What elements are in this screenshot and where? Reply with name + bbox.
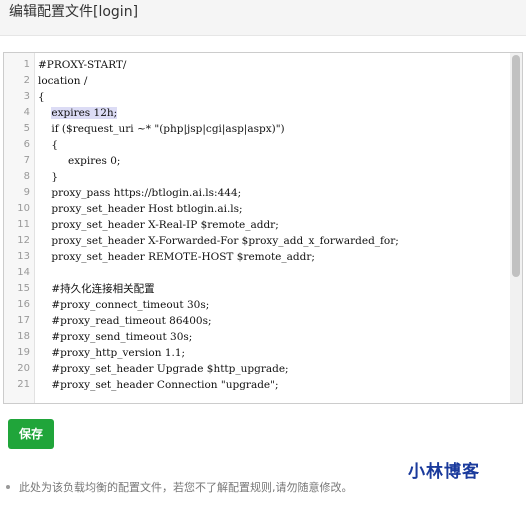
line-text: #proxy_set_header Connection "upgrade"; bbox=[38, 379, 279, 391]
code-line[interactable]: 21 #proxy_set_header Connection "upgrade… bbox=[4, 377, 522, 393]
code-line[interactable]: 8 } bbox=[4, 169, 522, 185]
line-number: 17 bbox=[17, 315, 30, 326]
line-text: proxy_set_header X-Real-IP $remote_addr; bbox=[38, 219, 279, 231]
line-number: 21 bbox=[17, 379, 30, 390]
code-line[interactable]: 12 proxy_set_header X-Forwarded-For $pro… bbox=[4, 233, 522, 249]
code-lines[interactable]: 1 #PROXY-START/2 location /3{4 expires 12h… bbox=[4, 57, 522, 393]
line-text: expires 12h; bbox=[51, 107, 118, 119]
line-text: #PROXY-START/ bbox=[38, 59, 127, 71]
line-number: 10 bbox=[17, 203, 30, 214]
line-text: #proxy_http_version 1.1; bbox=[38, 347, 186, 359]
line-number: 1 bbox=[23, 59, 30, 70]
watermark-logo: 小林博客 bbox=[408, 462, 480, 482]
bullet-icon bbox=[6, 485, 10, 489]
line-number: 14 bbox=[17, 267, 30, 278]
save-button[interactable]: 保存 bbox=[8, 419, 54, 449]
line-text: proxy_set_header Host btlogin.ai.ls; bbox=[38, 203, 243, 215]
code-line[interactable]: 15 #持久化连接相关配置 bbox=[4, 281, 522, 297]
code-line[interactable]: 7 expires 0; bbox=[4, 153, 522, 169]
line-text: proxy_pass https://btlogin.ai.ls:444; bbox=[38, 187, 242, 199]
code-line[interactable]: 4 expires 12h; bbox=[4, 105, 522, 121]
line-number: 19 bbox=[17, 347, 30, 358]
editor-scrollbar-thumb[interactable] bbox=[512, 55, 520, 277]
line-text: #proxy_send_timeout 30s; bbox=[38, 331, 193, 343]
code-line[interactable]: 6 { bbox=[4, 137, 522, 153]
code-line[interactable]: 14 bbox=[4, 265, 522, 281]
line-number: 2 bbox=[23, 75, 30, 86]
line-number: 8 bbox=[23, 171, 30, 182]
code-line[interactable]: 3{ bbox=[4, 89, 522, 105]
footer-note-text: 此处为该负载均衡的配置文件，若您不了解配置规则,请勿随意修改。 bbox=[19, 481, 353, 494]
code-line[interactable]: 2 location / bbox=[4, 73, 522, 89]
code-line[interactable]: 16 #proxy_connect_timeout 30s; bbox=[4, 297, 522, 313]
line-text: { bbox=[38, 91, 45, 103]
line-number: 16 bbox=[17, 299, 30, 310]
line-number: 3 bbox=[23, 91, 30, 102]
line-number: 7 bbox=[23, 155, 30, 166]
code-line[interactable]: 20 #proxy_set_header Upgrade $http_upgra… bbox=[4, 361, 522, 377]
line-number: 12 bbox=[17, 235, 30, 246]
code-line[interactable]: 19 #proxy_http_version 1.1; bbox=[4, 345, 522, 361]
line-text: proxy_set_header X-Forwarded-For $proxy_… bbox=[38, 235, 399, 247]
line-text: #持久化连接相关配置 bbox=[38, 283, 155, 295]
line-number: 20 bbox=[17, 363, 30, 374]
footer-note: 此处为该负载均衡的配置文件，若您不了解配置规则,请勿随意修改。 bbox=[6, 479, 353, 497]
line-text: } bbox=[38, 171, 59, 183]
line-number: 5 bbox=[23, 123, 30, 134]
line-number: 9 bbox=[23, 187, 30, 198]
editor-scrollbar[interactable] bbox=[510, 53, 522, 403]
code-line[interactable]: 10 proxy_set_header Host btlogin.ai.ls; bbox=[4, 201, 522, 217]
code-line[interactable]: 9 proxy_pass https://btlogin.ai.ls:444; bbox=[4, 185, 522, 201]
dialog-title: 编辑配置文件[login] bbox=[9, 4, 139, 20]
line-text: location / bbox=[38, 75, 88, 87]
line-text: if ($request_uri ~* "(php|jsp|cgi|asp|as… bbox=[38, 123, 285, 135]
line-text: #proxy_set_header Upgrade $http_upgrade; bbox=[38, 363, 289, 375]
code-line[interactable]: 13 proxy_set_header REMOTE-HOST $remote_… bbox=[4, 249, 522, 265]
line-text: expires 0; bbox=[38, 155, 121, 167]
code-line[interactable]: 11 proxy_set_header X-Real-IP $remote_ad… bbox=[4, 217, 522, 233]
code-line[interactable]: 1 #PROXY-START/ bbox=[4, 57, 522, 73]
code-line[interactable]: 5 if ($request_uri ~* "(php|jsp|cgi|asp|… bbox=[4, 121, 522, 137]
line-text: proxy_set_header REMOTE-HOST $remote_add… bbox=[38, 251, 315, 263]
line-number: 15 bbox=[17, 283, 30, 294]
code-line[interactable]: 17 #proxy_read_timeout 86400s; bbox=[4, 313, 522, 329]
line-text: #proxy_connect_timeout 30s; bbox=[38, 299, 210, 311]
line-text: #proxy_read_timeout 86400s; bbox=[38, 315, 212, 327]
line-text: { bbox=[38, 139, 59, 151]
code-editor[interactable]: 1 #PROXY-START/2 location /3{4 expires 12h… bbox=[3, 52, 523, 404]
dialog-titlebar: 编辑配置文件[login] bbox=[0, 0, 526, 36]
line-number: 13 bbox=[17, 251, 30, 262]
line-number: 6 bbox=[23, 139, 30, 150]
line-number: 4 bbox=[23, 107, 30, 118]
code-line[interactable]: 18 #proxy_send_timeout 30s; bbox=[4, 329, 522, 345]
line-number: 11 bbox=[17, 219, 30, 230]
line-number: 18 bbox=[17, 331, 30, 342]
